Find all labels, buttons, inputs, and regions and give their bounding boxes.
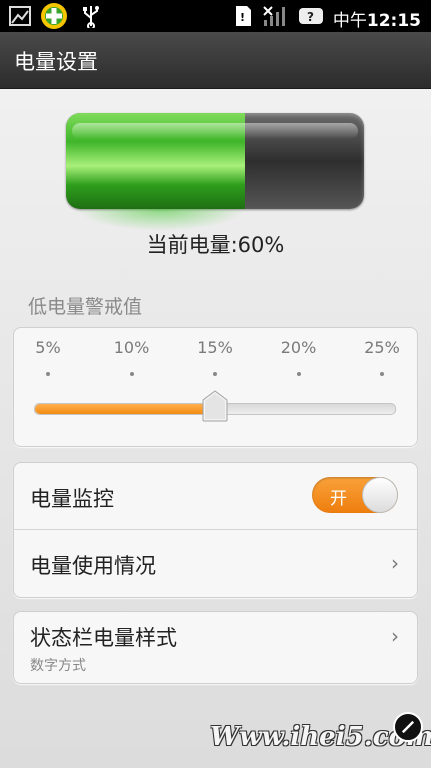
- slider-tick-dot: [46, 372, 50, 376]
- battery-monitor-toggle[interactable]: 开: [312, 477, 398, 513]
- sd-card-icon: !: [236, 6, 251, 26]
- toggle-on-label: 开: [330, 489, 347, 509]
- slider-tick-dot: [129, 372, 134, 376]
- svg-text:?: ?: [307, 10, 314, 24]
- low-battery-slider-card: 5% 10% 15% 20% 25%: [13, 327, 418, 447]
- battery-monitor-row[interactable]: 电量监控 开: [14, 463, 417, 529]
- slider-tick-label: 5%: [35, 338, 61, 357]
- slider-thumb[interactable]: [202, 390, 228, 422]
- slider-tick-dot: [296, 372, 301, 376]
- help-icon: ?: [299, 8, 323, 24]
- battery-body: [66, 113, 364, 209]
- slider-fill: [35, 404, 216, 414]
- battery-glow: [76, 209, 246, 231]
- status-bar: ! ? 中午12:15: [0, 0, 431, 32]
- chevron-right-icon: ›: [391, 551, 399, 575]
- battery-usage-row[interactable]: 电量使用情况 ›: [14, 530, 417, 597]
- chevron-right-icon: ›: [391, 624, 399, 648]
- clock: 中午12:15: [332, 11, 421, 31]
- battery-graphic: [66, 113, 366, 231]
- statusbar-style-value: 数字方式: [30, 658, 86, 674]
- no-signal-icon: [263, 6, 285, 26]
- settings-content: 当前电量:60% 低电量警戒值 5% 10% 15% 20% 25% 电量监控 开 电量…: [0, 89, 431, 768]
- battery-usage-label: 电量使用情况: [30, 554, 156, 578]
- battery-gloss: [72, 123, 358, 139]
- notification-image-icon: [9, 6, 31, 26]
- slider-tick-label: 10%: [113, 338, 150, 357]
- page-title: 电量设置: [14, 50, 98, 74]
- title-bar: 电量设置: [0, 32, 431, 89]
- svg-text:!: !: [240, 11, 245, 24]
- statusbar-style-label: 状态栏电量样式: [30, 626, 177, 650]
- slider-tick-dot: [380, 372, 384, 376]
- slider-tick-dot: [213, 372, 217, 376]
- low-battery-section-label: 低电量警戒值: [28, 296, 143, 318]
- battery-options-card: 电量监控 开 电量使用情况 ›: [13, 462, 418, 598]
- toggle-knob: [362, 477, 398, 513]
- battery-monitor-label: 电量监控: [30, 487, 114, 511]
- pen-logo-icon: [393, 712, 423, 742]
- usb-icon: [83, 6, 99, 28]
- slider-tick-label: 15%: [197, 338, 233, 357]
- battery-level-label: 当前电量:60%: [146, 233, 285, 257]
- statusbar-style-card[interactable]: 状态栏电量样式 数字方式 ›: [13, 611, 418, 684]
- slider-tick-label: 25%: [364, 338, 400, 357]
- 360-security-icon: [41, 3, 67, 29]
- slider-tick-label: 20%: [280, 338, 317, 357]
